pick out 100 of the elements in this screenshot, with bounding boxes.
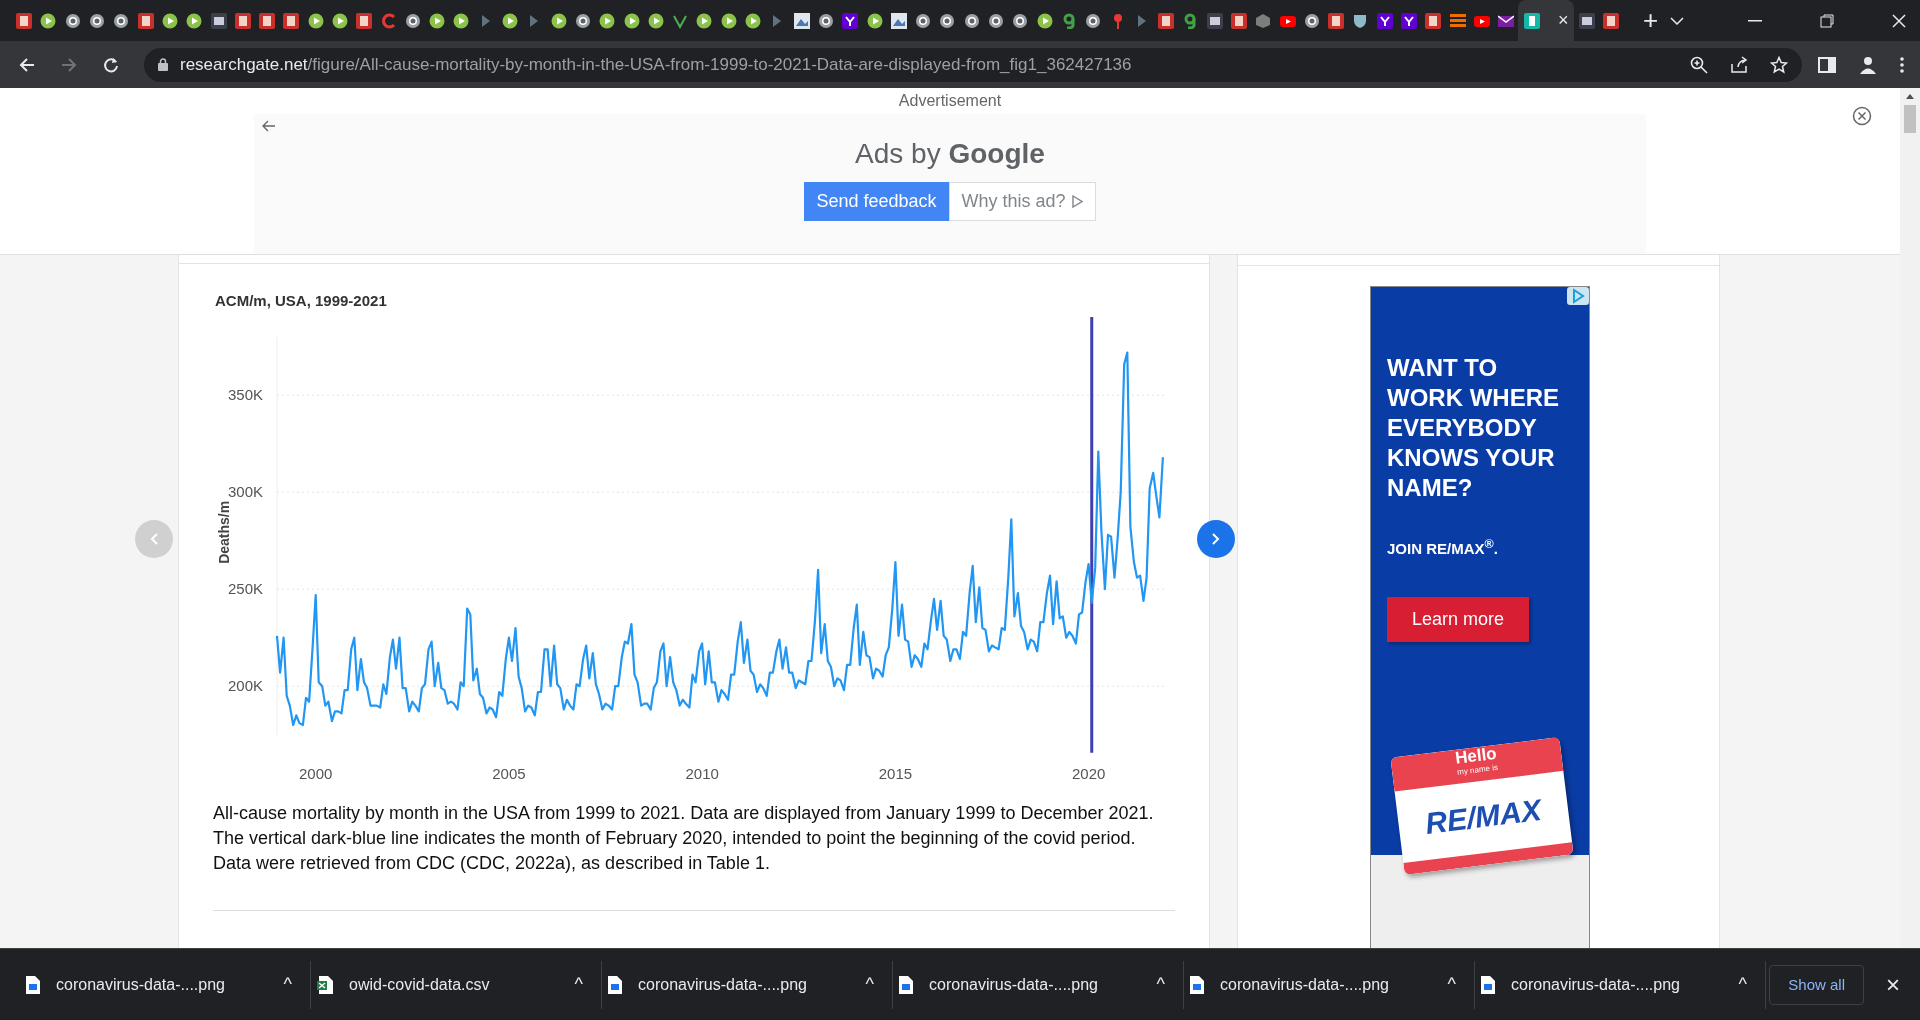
download-filename: coronavirus-data-....png: [638, 975, 808, 994]
share-icon[interactable]: [1730, 55, 1748, 74]
framed-tile-icon: [1578, 12, 1595, 29]
download-options-button[interactable]: ^: [1441, 973, 1462, 996]
x-tick-label: 2010: [685, 764, 719, 782]
x-tick-label: 2000: [298, 764, 333, 782]
envelope-icon: [1498, 12, 1515, 29]
next-button[interactable]: [1197, 520, 1235, 558]
ad-subline: JOIN RE/MAX$^{®}$.: [1387, 537, 1499, 557]
y-tick-label: 250K: [227, 580, 263, 598]
play-outline-icon: [1071, 195, 1083, 208]
download-item[interactable]: owid-covid-data.csv ^: [311, 960, 602, 1009]
play-icon: [866, 12, 883, 29]
x-tick-label: 2015: [878, 764, 913, 782]
tile-logo-icon: [259, 12, 276, 29]
y-tick-label: 300K: [227, 483, 263, 501]
image-file-icon: [608, 975, 622, 994]
download-item[interactable]: coronavirus-data-....png ^: [602, 960, 893, 1009]
play-icon: [647, 12, 664, 29]
download-item[interactable]: coronavirus-data-....png ^: [1184, 960, 1475, 1009]
chevron-down-icon[interactable]: [1670, 16, 1684, 25]
download-options-button[interactable]: ^: [568, 973, 589, 996]
play-icon: [502, 12, 519, 29]
zoom-icon[interactable]: [1690, 55, 1708, 74]
image-file-icon: [26, 975, 40, 994]
download-filename: coronavirus-data-....png: [56, 975, 226, 994]
scrollbar-thumb[interactable]: [1904, 105, 1916, 133]
y-logo-icon: [1376, 12, 1393, 29]
image-icon: [793, 12, 810, 29]
play-icon: [1036, 12, 1053, 29]
image-icon: [890, 12, 907, 29]
show-all-button[interactable]: Show all: [1769, 964, 1864, 1005]
send-feedback-button[interactable]: Send feedback: [804, 182, 949, 221]
cube-icon: [1255, 12, 1272, 29]
scroll-up-icon[interactable]: [1906, 94, 1914, 99]
y-logo-icon: [1401, 12, 1418, 29]
chart-title: ACM/m, USA, 1999-2021: [215, 292, 387, 309]
spreadsheet-file-icon: [317, 975, 333, 994]
framed-tile-icon: [210, 12, 227, 29]
y-tick-label: 350K: [227, 386, 263, 404]
play-icon: [696, 12, 713, 29]
browser-tab[interactable]: ×: [1518, 0, 1575, 41]
play-icon: [623, 12, 640, 29]
ad-headline: WANT TO WORK WHERE EVERYBODY KNOWS YOUR NAME?: [1387, 353, 1560, 503]
tile-logo-icon: [356, 12, 373, 29]
sidebar-icon[interactable]: [1818, 56, 1836, 73]
download-filename: coronavirus-data-....png: [1511, 975, 1681, 994]
play-icon: [429, 12, 446, 29]
learn-more-button[interactable]: Learn more: [1387, 597, 1529, 642]
play-icon: [599, 12, 616, 29]
minimize-icon[interactable]: [1748, 19, 1762, 22]
play-icon: [186, 12, 203, 29]
play-icon: [745, 12, 762, 29]
advertisement-label: Advertisement: [898, 92, 1002, 110]
x-tick-label: 2020: [1071, 764, 1106, 782]
chevron-right-icon: [1212, 533, 1220, 545]
x-tick-label: 2005: [492, 764, 526, 782]
play-icon: [332, 12, 348, 29]
download-options-button[interactable]: ^: [1732, 973, 1753, 996]
y-logo-icon: [842, 12, 859, 29]
play-icon: [720, 12, 737, 29]
close-icon[interactable]: [1892, 13, 1906, 28]
download-filename: coronavirus-data-....png: [1220, 975, 1390, 994]
download-filename: coronavirus-data-....png: [929, 975, 1099, 994]
tile-logo-icon: [137, 12, 154, 29]
image-file-icon: [899, 975, 913, 994]
play-icon: [453, 12, 470, 29]
lock-icon: [158, 58, 168, 71]
close-ad-icon[interactable]: [1852, 106, 1872, 126]
hook-logo-icon: [1182, 12, 1199, 29]
download-item[interactable]: coronavirus-data-....png ^: [893, 960, 1184, 1009]
restore-icon[interactable]: [1820, 13, 1834, 28]
download-options-button[interactable]: ^: [859, 973, 880, 996]
download-options-button[interactable]: ^: [1150, 973, 1171, 996]
download-item[interactable]: coronavirus-data-....png ^: [1475, 960, 1766, 1009]
why-this-ad-button[interactable]: Why this ad?: [948, 182, 1096, 221]
back-arrow-icon[interactable]: [262, 120, 276, 132]
address-bar[interactable]: researchgate.net/figure/All-cause-mortality-by-month-in-the-USA-from-1999-to-2021-Data-are-displayed-from_fig1_362427136: [144, 47, 1802, 82]
download-options-button[interactable]: ^: [277, 973, 298, 996]
profile-icon[interactable]: [1858, 54, 1878, 75]
tile-logo-icon: [1158, 12, 1175, 29]
download-item[interactable]: coronavirus-data-....png ^: [20, 960, 311, 1009]
download-filename: owid-covid-data.csv: [349, 975, 491, 994]
square-logo-icon: [1524, 12, 1541, 29]
y-axis-label: Deaths/m: [216, 500, 232, 564]
tile-logo-icon: [234, 12, 251, 29]
tag-name-text: RE/MAX: [1423, 792, 1544, 841]
stripes-icon: [1449, 12, 1466, 29]
star-icon[interactable]: [1770, 55, 1788, 74]
close-downloads-button[interactable]: ×: [1880, 969, 1906, 1000]
tile-logo-icon: [1231, 12, 1247, 29]
new-tab-button[interactable]: +: [1637, 5, 1665, 36]
close-tab-button[interactable]: ×: [1557, 10, 1569, 31]
play-icon: [40, 12, 57, 29]
menu-icon[interactable]: [1900, 56, 1904, 73]
image-file-icon: [1481, 975, 1495, 994]
play-icon: [307, 12, 324, 29]
ring-icon: [380, 12, 397, 29]
y-tick-label: 200K: [227, 677, 263, 695]
image-file-icon: [1190, 975, 1204, 994]
